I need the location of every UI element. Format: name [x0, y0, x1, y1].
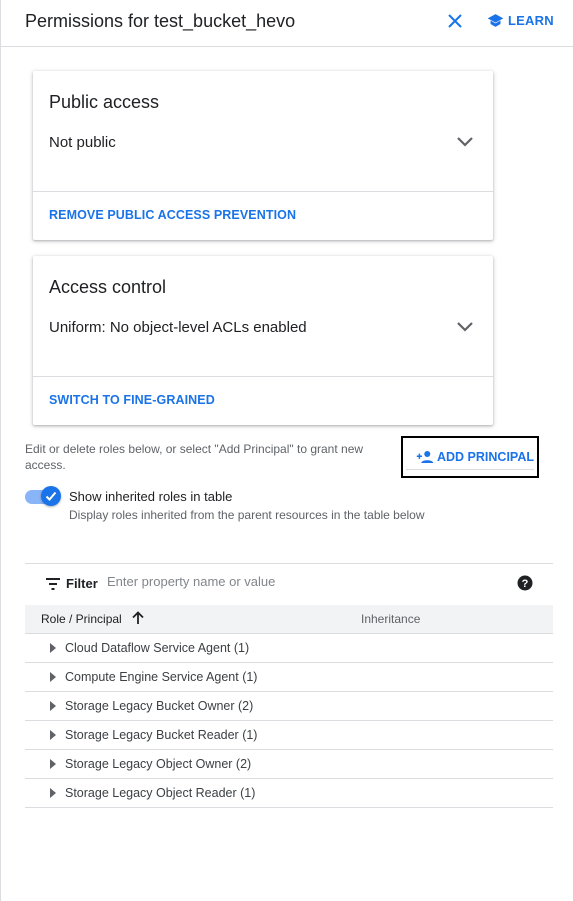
help-icon[interactable]: ? — [517, 575, 533, 591]
expand-icon — [50, 701, 56, 711]
add-principal-underline — [406, 469, 534, 470]
expand-icon — [50, 672, 56, 682]
expand-icon — [50, 788, 56, 798]
chevron-down-icon[interactable] — [455, 320, 475, 334]
column-role-principal[interactable]: Role / Principal — [41, 612, 122, 626]
role-name: Storage Legacy Bucket Owner (2) — [65, 699, 254, 713]
public-access-value: Not public — [49, 134, 116, 151]
table-row[interactable]: Storage Legacy Bucket Owner (2) — [25, 692, 553, 721]
role-name: Cloud Dataflow Service Agent (1) — [65, 641, 250, 655]
column-inheritance: Inheritance — [361, 612, 421, 626]
filter-label: Filter — [66, 576, 98, 591]
svg-text:?: ? — [522, 578, 529, 590]
add-principal-label: ADD PRINCIPAL — [437, 450, 534, 464]
roles-table-header: Role / Principal Inheritance — [25, 605, 553, 634]
expand-icon — [50, 759, 56, 769]
panel-header: Permissions for test_bucket_hevo LEARN — [0, 0, 573, 47]
access-control-card: Access control Uniform: No object-level … — [33, 256, 493, 425]
table-row[interactable]: Cloud Dataflow Service Agent (1) — [25, 634, 553, 663]
table-row[interactable]: Storage Legacy Object Owner (2) — [25, 750, 553, 779]
person-add-icon — [416, 451, 434, 463]
close-icon — [448, 14, 462, 28]
inherited-roles-toggle[interactable] — [25, 486, 63, 506]
card-divider — [33, 191, 493, 192]
add-principal-button[interactable]: ADD PRINCIPAL — [401, 436, 539, 478]
panel-left-edge — [0, 0, 1, 901]
switch-to-fine-grained-button[interactable]: SWITCH TO FINE-GRAINED — [49, 393, 215, 407]
expand-icon — [50, 730, 56, 740]
school-icon — [487, 14, 504, 27]
arrow-up-icon[interactable] — [131, 611, 145, 625]
inherited-roles-sublabel: Display roles inherited from the parent … — [69, 508, 425, 522]
close-button[interactable] — [444, 10, 466, 32]
filter-icon — [46, 578, 60, 590]
table-row[interactable]: Compute Engine Service Agent (1) — [25, 663, 553, 692]
filter-bar: Filter ? — [25, 563, 553, 606]
public-access-title: Public access — [49, 92, 160, 112]
access-control-title: Access control — [49, 277, 167, 297]
expand-icon — [50, 643, 56, 653]
panel-title: Permissions for test_bucket_hevo — [25, 11, 296, 31]
check-icon — [45, 491, 57, 501]
table-row[interactable]: Storage Legacy Object Reader (1) — [25, 779, 553, 808]
learn-button[interactable]: LEARN — [487, 13, 554, 28]
role-name: Storage Legacy Object Owner (2) — [65, 757, 252, 771]
role-name: Compute Engine Service Agent (1) — [65, 670, 258, 684]
toggle-knob — [41, 486, 61, 506]
principals-help-text: Edit or delete roles below, or select "A… — [25, 442, 364, 472]
inherited-roles-label: Show inherited roles in table — [69, 489, 233, 504]
chevron-down-icon[interactable] — [455, 135, 475, 149]
public-access-card: Public access Not public REMOVE PUBLIC A… — [33, 71, 493, 240]
role-name: Storage Legacy Object Reader (1) — [65, 786, 256, 800]
remove-public-access-prevention-button[interactable]: REMOVE PUBLIC ACCESS PREVENTION — [49, 208, 296, 222]
card-divider — [33, 376, 493, 377]
role-name: Storage Legacy Bucket Reader (1) — [65, 728, 258, 742]
filter-input[interactable] — [107, 574, 437, 589]
learn-label: LEARN — [508, 13, 554, 28]
access-control-value: Uniform: No object-level ACLs enabled — [49, 319, 307, 336]
table-row[interactable]: Storage Legacy Bucket Reader (1) — [25, 721, 553, 750]
